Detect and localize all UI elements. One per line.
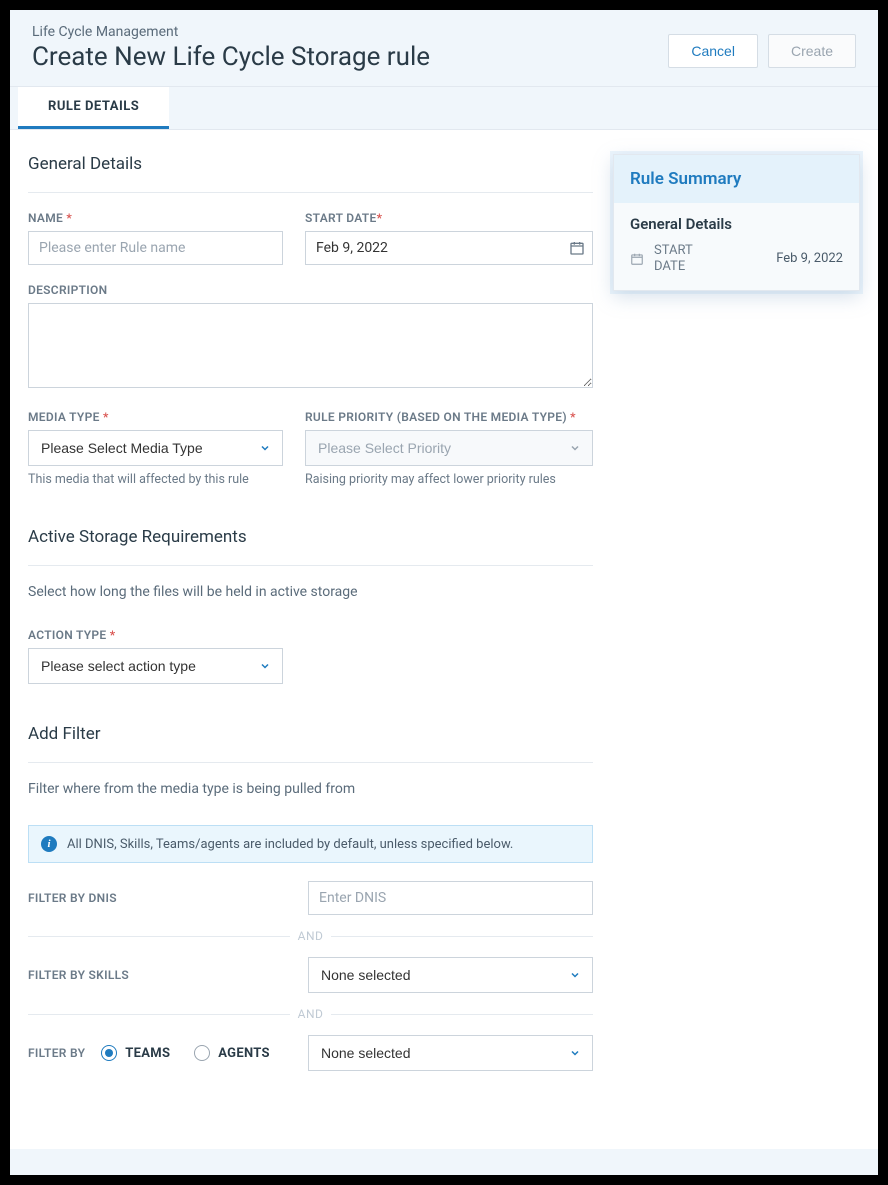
page-header: Life Cycle Management Create New Life Cy…: [10, 10, 878, 87]
summary-start-date-row: START DATE Feb 9, 2022: [630, 243, 843, 274]
page-title: Create New Life Cycle Storage rule: [32, 42, 430, 72]
calendar-icon: [630, 252, 644, 266]
breadcrumb: Life Cycle Management: [32, 24, 430, 40]
info-icon: i: [41, 836, 57, 852]
radio-icon: [101, 1045, 117, 1061]
priority-select[interactable]: Please Select Priority: [305, 430, 593, 466]
filter-by-select[interactable]: None selected: [308, 1035, 593, 1071]
media-type-helper: This media that will affected by this ru…: [28, 472, 283, 487]
priority-helper: Raising priority may affect lower priori…: [305, 472, 593, 487]
filter-skills-row: FILTER BY SKILLS None selected: [28, 957, 593, 993]
radio-agents[interactable]: AGENTS: [194, 1045, 270, 1061]
calendar-icon[interactable]: [569, 240, 585, 256]
name-label: NAME *: [28, 211, 283, 225]
start-date-label: START DATE*: [305, 211, 593, 225]
filter-skills-select[interactable]: None selected: [308, 957, 593, 993]
section-title-filter: Add Filter: [28, 724, 593, 763]
priority-label: RULE PRIORITY (BASED ON THE MEDIA TYPE) …: [305, 410, 593, 424]
content: General Details NAME * START DATE*: [10, 129, 878, 1149]
storage-description: Select how long the files will be held i…: [28, 584, 593, 600]
action-type-select[interactable]: Please select action type: [28, 648, 283, 684]
filter-dnis-row: FILTER BY DNIS: [28, 881, 593, 915]
section-storage: Active Storage Requirements Select how l…: [28, 527, 593, 684]
media-type-select[interactable]: Please Select Media Type: [28, 430, 283, 466]
tab-rule-details[interactable]: RULE DETAILS: [18, 87, 169, 129]
rule-summary-title: Rule Summary: [614, 155, 859, 203]
page-window: Life Cycle Management Create New Life Cy…: [10, 10, 878, 1175]
filter-dnis-label: FILTER BY DNIS: [28, 891, 308, 905]
and-divider: AND: [28, 1007, 593, 1021]
start-date-input[interactable]: [305, 231, 593, 265]
radio-teams[interactable]: TEAMS: [101, 1045, 170, 1061]
filter-dnis-input[interactable]: [308, 881, 593, 915]
section-general: General Details NAME * START DATE*: [28, 154, 593, 487]
filter-by-label: FILTER BY: [28, 1046, 85, 1060]
filter-info-box: i All DNIS, Skills, Teams/agents are inc…: [28, 825, 593, 863]
section-title-general: General Details: [28, 154, 593, 193]
summary-start-value: Feb 9, 2022: [776, 251, 843, 266]
description-label: DESCRIPTION: [28, 283, 593, 297]
filter-by-row: FILTER BY TEAMS AGENTS: [28, 1035, 593, 1071]
action-type-label: ACTION TYPE *: [28, 628, 283, 642]
cancel-button[interactable]: Cancel: [668, 34, 758, 68]
create-button[interactable]: Create: [768, 34, 856, 68]
filter-description: Filter where from the media type is bein…: [28, 781, 593, 797]
summary-section-general: General Details: [630, 215, 843, 233]
and-divider: AND: [28, 929, 593, 943]
media-type-label: MEDIA TYPE *: [28, 410, 283, 424]
summary-start-key: START DATE: [654, 243, 714, 274]
section-title-storage: Active Storage Requirements: [28, 527, 593, 566]
description-input[interactable]: [28, 303, 593, 388]
radio-icon: [194, 1045, 210, 1061]
tab-bar: RULE DETAILS: [10, 87, 878, 129]
rule-summary-panel: Rule Summary General Details START DATE …: [613, 154, 860, 291]
section-filter: Add Filter Filter where from the media t…: [28, 724, 593, 1071]
name-input[interactable]: [28, 231, 283, 265]
filter-info-text: All DNIS, Skills, Teams/agents are inclu…: [67, 837, 513, 852]
filter-skills-label: FILTER BY SKILLS: [28, 968, 308, 982]
